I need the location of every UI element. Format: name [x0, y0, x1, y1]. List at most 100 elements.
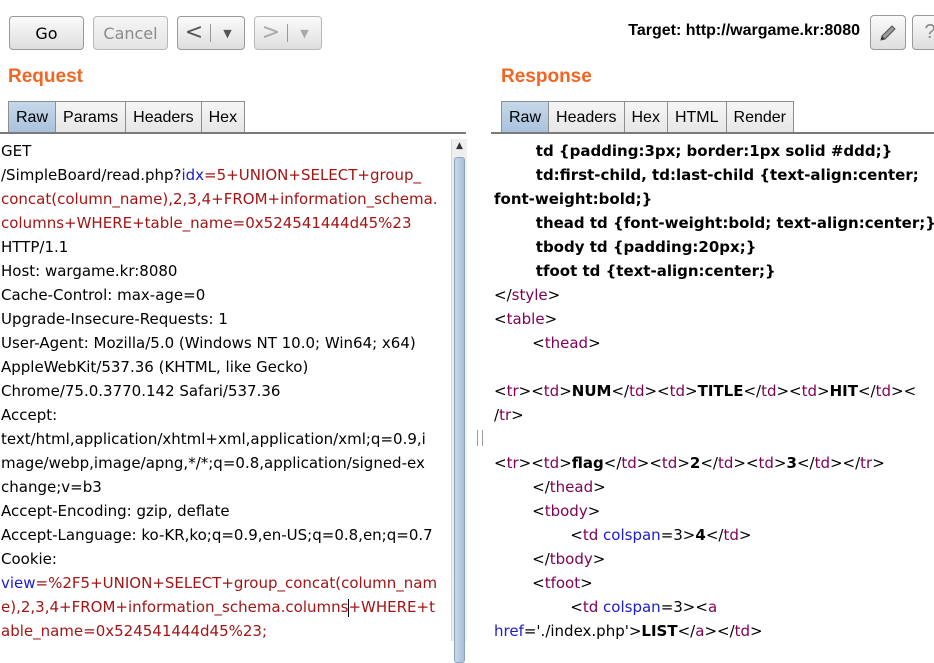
- code-token: >: [511, 406, 524, 424]
- code-token: >: [588, 334, 601, 352]
- response-tab-html[interactable]: HTML: [666, 101, 727, 132]
- help-icon: ?: [924, 21, 934, 44]
- request-line: /SimpleBoard/read.php?idx=5+UNION+SELECT…: [1, 163, 438, 187]
- code-token: </: [494, 550, 550, 568]
- go-button[interactable]: Go: [9, 16, 84, 50]
- response-tab-render[interactable]: Render: [725, 101, 794, 132]
- back-arrow-icon: <: [184, 20, 204, 45]
- response-line: /tr>: [494, 403, 934, 427]
- request-line: Chrome/75.0.3770.142 Safari/537.36: [1, 379, 438, 403]
- code-token: +WHERE+t: [348, 598, 435, 616]
- request-tab-headers[interactable]: Headers: [125, 101, 202, 132]
- code-token: =3><: [660, 598, 708, 616]
- request-line: HTTP/1.1: [1, 235, 438, 259]
- code-token: font-weight:bold;}: [494, 190, 653, 208]
- response-line: <tbody>: [494, 499, 934, 523]
- request-tab-params[interactable]: Params: [55, 101, 127, 132]
- code-token: colspan: [603, 598, 661, 616]
- scroll-up-icon[interactable]: ▲: [454, 141, 465, 151]
- request-tab-hex[interactable]: Hex: [200, 101, 246, 132]
- code-token: >: [544, 310, 558, 328]
- code-token: e),2,3,4+FROM+information_schema.columns: [1, 598, 349, 616]
- response-editor[interactable]: td {padding:3px; border:1px solid #ddd;}…: [494, 139, 934, 643]
- request-line: concat(column_name),2,3,4+FROM+informati…: [1, 187, 438, 211]
- code-token: td: [543, 382, 560, 400]
- code-token: td: [661, 454, 678, 472]
- request-tab-raw[interactable]: Raw: [8, 101, 57, 132]
- request-line: Cookie:: [1, 547, 438, 571]
- code-token: AppleWebKit/537.36 (KHTML, like Gecko): [1, 358, 309, 376]
- code-token: >: [547, 286, 561, 304]
- code-token: ><: [518, 454, 544, 472]
- code-token: >: [592, 550, 606, 568]
- response-line: td {padding:3px; border:1px solid #ddd;}: [494, 139, 934, 163]
- code-token: ><: [776, 382, 802, 400]
- response-tab-headers[interactable]: Headers: [548, 101, 625, 132]
- code-token: <: [494, 598, 583, 616]
- code-token: td: [814, 454, 830, 472]
- forward-dropdown-icon[interactable]: ▼: [288, 27, 321, 40]
- code-token: td: [543, 454, 560, 472]
- request-editor[interactable]: GET/SimpleBoard/read.php?idx=5+UNION+SEL…: [1, 139, 438, 643]
- response-line: href='./index.php'>LIST</a></td>: [494, 619, 934, 643]
- response-line: tbody td {padding:20px;}: [494, 235, 934, 259]
- pane-divider-handle[interactable]: [477, 430, 483, 446]
- code-token: ></: [704, 622, 735, 640]
- code-token: <: [494, 454, 507, 472]
- code-token: tfoot: [544, 574, 581, 592]
- request-line: text/html,application/xhtml+xml,applicat…: [1, 427, 438, 451]
- edit-target-button[interactable]: [870, 15, 906, 50]
- code-token: 2: [689, 454, 701, 472]
- code-token: tfoot td {text-align:center;}: [494, 262, 776, 280]
- code-token: >: [750, 622, 763, 640]
- code-token: </: [677, 622, 696, 640]
- request-line: able_name=0x524541444d45%23;: [1, 619, 438, 643]
- response-line: td:first-child, td:last-child {text-alig…: [494, 163, 934, 187]
- response-tab-raw[interactable]: Raw: [501, 101, 550, 132]
- code-token: >: [587, 502, 601, 520]
- code-token: <: [494, 334, 545, 352]
- code-token: >: [559, 382, 572, 400]
- code-token: >: [872, 454, 885, 472]
- code-token: a: [707, 598, 718, 616]
- request-line: Accept-Language: ko-KR,ko;q=0.9,en-US;q=…: [1, 523, 438, 547]
- code-token: td: [669, 382, 686, 400]
- code-token: tr: [506, 454, 519, 472]
- request-scrollbar[interactable]: ▲: [451, 139, 467, 663]
- code-token: </: [796, 454, 815, 472]
- code-token: mage/webp,image/apng,*/*;q=0.8,applicati…: [1, 454, 425, 472]
- code-token: /SimpleBoard/read.php?: [1, 166, 182, 184]
- code-token: >: [593, 478, 606, 496]
- code-token: td: [723, 526, 739, 544]
- target-label: Target: http://wargame.kr:8080: [628, 22, 860, 39]
- code-token: href: [494, 622, 524, 640]
- code-token: td: [734, 622, 751, 640]
- code-token: >: [559, 454, 572, 472]
- back-button[interactable]: < ▼: [177, 16, 245, 50]
- request-tabs-underline: [0, 132, 466, 134]
- request-line: mage/webp,image/apng,*/*;q=0.8,applicati…: [1, 451, 438, 475]
- back-dropdown-icon[interactable]: ▼: [211, 27, 244, 40]
- code-token: change;v=b3: [1, 478, 102, 496]
- code-token: User-Agent: Mozilla/5.0 (Windows NT 10.0…: [1, 334, 416, 352]
- code-token: colspan: [603, 526, 661, 544]
- request-tabs: Raw Params Headers Hex: [8, 101, 246, 132]
- code-token: </: [743, 382, 762, 400]
- code-token: tr: [499, 406, 512, 424]
- cancel-button[interactable]: Cancel: [93, 16, 168, 50]
- code-token: thead td {font-weight:bold; text-align:c…: [494, 214, 934, 232]
- code-token: Accept-Language: ko-KR,ko;q=0.9,en-US;q=…: [1, 526, 433, 544]
- response-tab-hex[interactable]: Hex: [623, 101, 668, 132]
- code-token: <: [494, 382, 507, 400]
- request-scroll-thumb[interactable]: [454, 157, 465, 663]
- request-title: Request: [8, 66, 83, 87]
- response-line: </thead>: [494, 475, 934, 499]
- code-token: td: [761, 382, 777, 400]
- code-token: tbody: [544, 502, 588, 520]
- code-token: =%2F5+UNION+SELECT+group_concat(column_n…: [35, 574, 438, 592]
- code-token: ='./index.php'>: [523, 622, 642, 640]
- forward-button[interactable]: > ▼: [254, 16, 322, 50]
- code-token: td: [629, 382, 645, 400]
- code-token: Upgrade-Insecure-Requests: 1: [1, 310, 228, 328]
- help-button[interactable]: ?: [912, 15, 934, 50]
